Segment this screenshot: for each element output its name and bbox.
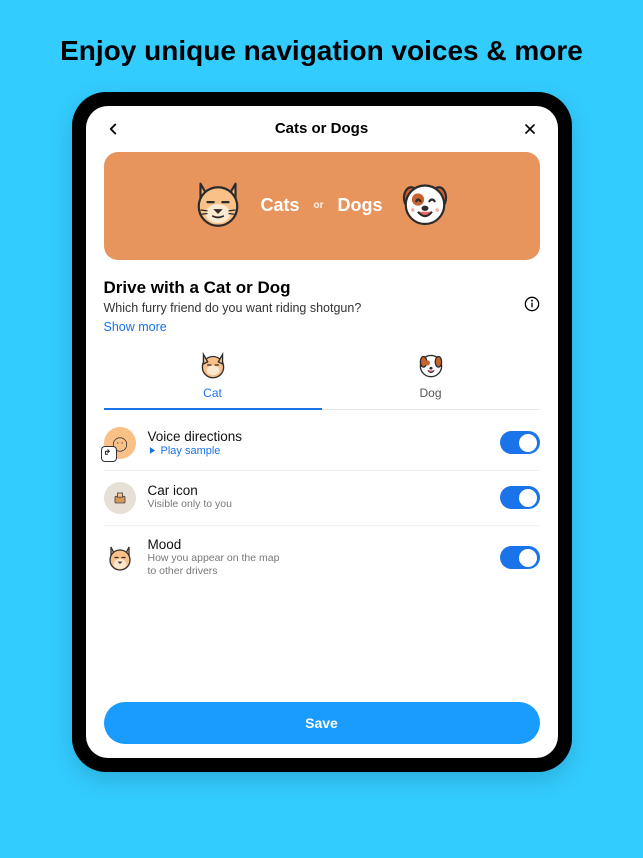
play-sample-button[interactable]: Play sample [148,445,488,457]
setting-voice-directions: Voice directions Play sample [104,416,540,471]
setting-car-icon: Car icon Visible only to you [104,471,540,526]
banner-cats-label: Cats [260,195,299,216]
settings-list: Voice directions Play sample Car icon [104,416,540,590]
tab-cat[interactable]: Cat [104,348,322,410]
car-icon-toggle[interactable] [500,486,540,509]
voice-directions-title: Voice directions [148,429,488,444]
mood-icon [104,542,136,574]
tab-cat-label: Cat [104,386,322,400]
tablet-frame: Cats or Dogs [72,92,572,772]
show-more-link[interactable]: Show more [104,320,362,334]
banner-or-label: or [314,200,324,211]
direction-arrow-badge-icon [101,446,117,462]
section-title: Drive with a Cat or Dog [104,278,362,298]
mood-title: Mood [148,537,488,552]
cat-tab-icon [196,348,230,382]
dog-illustration-icon [397,175,453,236]
play-sample-label: Play sample [161,445,221,457]
car-icon-subtitle: Visible only to you [148,498,488,512]
section-subtitle: Which furry friend do you want riding sh… [104,301,362,315]
close-icon[interactable] [521,120,539,138]
voice-directions-icon [104,427,136,459]
screen: Cats or Dogs [86,106,558,758]
dog-tab-icon [414,348,448,382]
back-icon[interactable] [104,120,122,138]
setting-mood: Mood How you appear on the map to other … [104,526,540,590]
theme-banner: Cats or Dogs [104,152,540,260]
mood-subtitle: How you appear on the map to other drive… [148,552,488,579]
tabs: Cat Dog [104,348,540,410]
car-icon-title: Car icon [148,483,488,498]
page-title: Cats or Dogs [275,120,368,137]
header: Cats or Dogs [86,106,558,152]
tab-dog[interactable]: Dog [322,348,540,409]
car-icon-thumbnail-icon [104,482,136,514]
save-button[interactable]: Save [104,702,540,744]
voice-directions-toggle[interactable] [500,431,540,454]
info-icon[interactable] [524,296,540,315]
cat-illustration-icon [190,175,246,236]
mood-toggle[interactable] [500,546,540,569]
promo-title: Enjoy unique navigation voices & more [0,0,643,92]
banner-dogs-label: Dogs [338,195,383,216]
tab-dog-label: Dog [322,386,540,400]
